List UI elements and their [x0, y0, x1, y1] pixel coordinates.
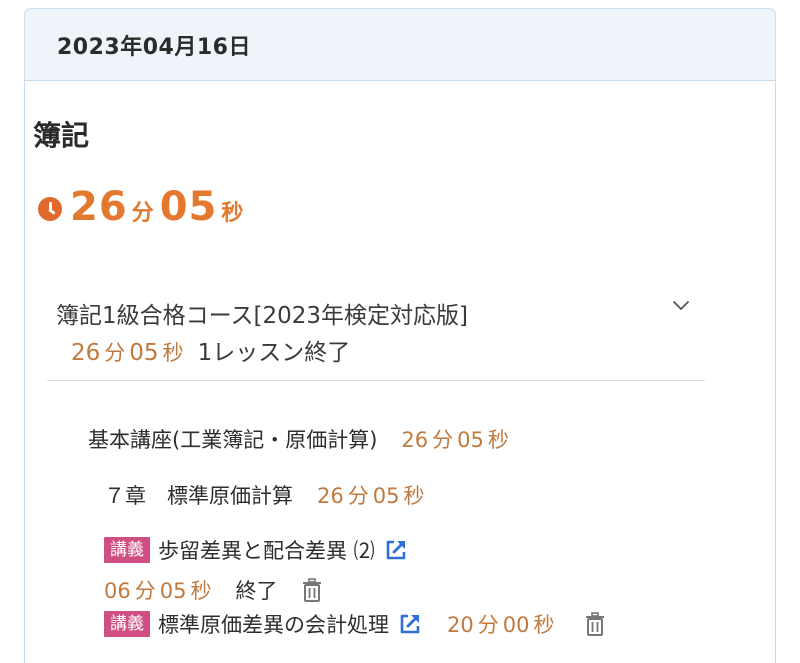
- section-title: 基本講座(工業簿記・原価計算): [88, 428, 378, 452]
- course-minutes: 26: [71, 340, 101, 366]
- course-summary: 26 分 05 秒 1レッスン終了: [71, 333, 350, 367]
- subject-title: 簿記: [33, 119, 90, 152]
- trash-icon[interactable]: [301, 578, 323, 602]
- chapter-row: ７章 標準原価計算 26 分 05 秒: [104, 480, 428, 510]
- lesson-seconds-unit: 秒: [190, 579, 212, 603]
- section-seconds-unit: 秒: [487, 428, 509, 452]
- lesson-seconds-unit: 秒: [533, 613, 555, 637]
- total-study-time: 26 分 05 秒: [38, 184, 249, 230]
- lesson-minutes: 20: [447, 613, 474, 637]
- lessons-done-count: 1レッスン終了: [197, 340, 351, 366]
- lesson-minutes-unit: 分: [134, 579, 156, 603]
- card-header: 2023年04月16日: [25, 9, 775, 81]
- section-row: 基本講座(工業簿記・原価計算) 26 分 05 秒: [88, 424, 513, 454]
- lesson-title[interactable]: 歩留差異と配合差異 ⑵: [158, 535, 375, 565]
- lesson-seconds: 05: [159, 579, 187, 603]
- chapter-time: 26 分 05 秒: [317, 480, 428, 510]
- chapter-seconds-unit: 秒: [403, 484, 425, 508]
- lesson-row: 講義 歩留差異と配合差異 ⑵: [104, 535, 409, 565]
- chapter-seconds: 05: [372, 484, 400, 508]
- lesson-meta-row: 06 分 05 秒 終了: [104, 575, 323, 605]
- lesson-time: 06 分 05 秒: [104, 575, 215, 605]
- section-time: 26 分 05 秒: [401, 424, 512, 454]
- section-minutes-unit: 分: [432, 428, 454, 452]
- section-seconds: 05: [457, 428, 484, 452]
- total-seconds-unit: 秒: [221, 201, 244, 226]
- lesson-title[interactable]: 標準原価差異の会計処理: [158, 609, 389, 639]
- total-seconds: 05: [159, 184, 218, 230]
- lesson-status: 終了: [235, 579, 278, 603]
- clock-icon: [38, 197, 62, 221]
- course-time: 26 分 05 秒: [71, 337, 188, 367]
- external-link-icon[interactable]: [397, 611, 423, 637]
- course-title[interactable]: 簿記1級合格コース[2023年検定対応版]: [56, 296, 468, 330]
- section-minutes: 26: [401, 428, 429, 452]
- chapter-minutes: 26: [317, 484, 344, 508]
- total-minutes-unit: 分: [131, 201, 154, 226]
- chapter-minutes-unit: 分: [347, 484, 369, 508]
- lesson-type-badge: 講義: [104, 537, 150, 563]
- total-minutes: 26: [70, 184, 128, 230]
- chapter-title: ７章 標準原価計算: [104, 484, 293, 508]
- lesson-minutes: 06: [104, 579, 131, 603]
- course-seconds-unit: 秒: [162, 341, 184, 365]
- course-seconds: 05: [129, 340, 159, 366]
- divider: [47, 380, 705, 381]
- lesson-type-badge: 講義: [104, 611, 150, 637]
- date-heading: 2023年04月16日: [57, 34, 251, 60]
- course-minutes-unit: 分: [104, 341, 126, 365]
- lesson-minutes-unit: 分: [477, 613, 499, 637]
- external-link-icon[interactable]: [383, 537, 409, 563]
- lesson-time: 20 分 00 秒: [447, 609, 558, 639]
- lesson-row: 講義 標準原価差異の会計処理 20 分 00 秒: [104, 609, 606, 639]
- chevron-down-icon[interactable]: [672, 296, 690, 314]
- lesson-seconds: 00: [502, 613, 530, 637]
- trash-icon[interactable]: [584, 612, 606, 636]
